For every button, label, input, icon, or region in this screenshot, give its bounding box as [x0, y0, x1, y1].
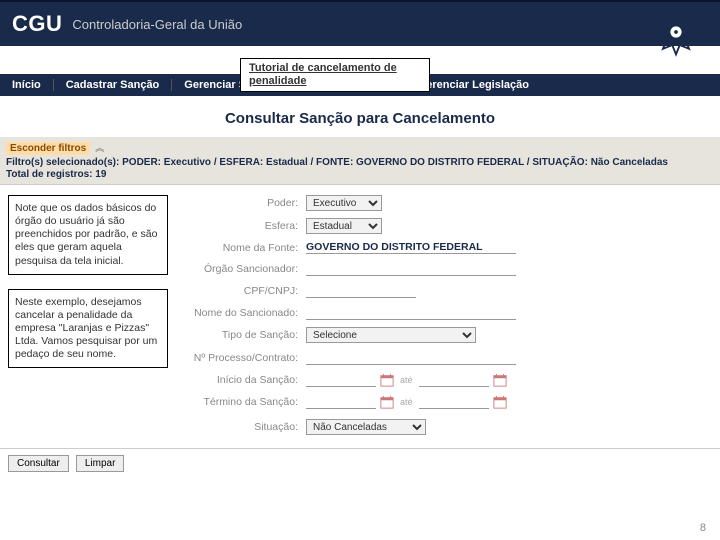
header-bar: CGU Controladoria-Geral da União	[0, 0, 720, 46]
label-orgao: Órgão Sancionador:	[178, 263, 306, 275]
label-processo: Nº Processo/Contrato:	[178, 352, 306, 364]
label-inicio: Início da Sanção:	[178, 374, 306, 386]
action-bar: Consultar Limpar	[0, 449, 720, 476]
callout-2: Neste exemplo, desejamos cancelar a pena…	[8, 289, 168, 369]
input-nome-sancionado[interactable]	[306, 305, 516, 320]
filters-total-text: Total de registros: 19	[6, 169, 714, 180]
national-crest-icon	[648, 4, 704, 60]
calendar-icon[interactable]	[493, 373, 507, 387]
chevron-up-icon: ︽	[95, 143, 104, 153]
nav-cadastrar[interactable]: Cadastrar Sanção	[54, 79, 173, 91]
input-inicio-de[interactable]	[306, 372, 376, 387]
calendar-icon[interactable]	[380, 373, 394, 387]
label-ate-1: até	[394, 375, 419, 385]
filters-selected-text: Filtro(s) selecionado(s): PODER: Executi…	[6, 157, 714, 168]
select-situacao[interactable]: Não Canceladas	[306, 419, 426, 435]
select-esfera[interactable]: Estadual	[306, 218, 382, 234]
label-esfera: Esfera:	[178, 220, 306, 232]
label-tipo: Tipo de Sanção:	[178, 329, 306, 341]
input-inicio-ate[interactable]	[419, 372, 489, 387]
page-title: Consultar Sanção para Cancelamento	[0, 96, 720, 137]
input-cpf[interactable]	[306, 283, 416, 298]
content-area: Note que os dados básicos do órgão do us…	[0, 185, 720, 446]
page-number: 8	[700, 522, 706, 534]
logo-sub: Controladoria-Geral da União	[72, 17, 242, 32]
label-ate-2: até	[394, 397, 419, 407]
tutorial-callout-text: Tutorial de cancelamento de penalidade	[249, 62, 397, 87]
value-nome-fonte: GOVERNO DO DISTRITO FEDERAL	[306, 241, 516, 254]
callouts-column: Note que os dados básicos do órgão do us…	[8, 195, 168, 442]
label-termino: Término da Sanção:	[178, 396, 306, 408]
nav-inicio[interactable]: Início	[0, 79, 54, 91]
label-nome-fonte: Nome da Fonte:	[178, 242, 306, 254]
hide-filters-toggle[interactable]: Esconder filtros	[6, 142, 90, 155]
limpar-button[interactable]: Limpar	[76, 455, 125, 472]
label-situacao: Situação:	[178, 421, 306, 433]
select-poder[interactable]: Executivo	[306, 195, 382, 211]
tutorial-callout: Tutorial de cancelamento de penalidade	[240, 58, 430, 92]
label-nome-sancionado: Nome do Sancionado:	[178, 307, 306, 319]
input-termino-ate[interactable]	[419, 394, 489, 409]
calendar-icon[interactable]	[493, 395, 507, 409]
search-form: Poder: Executivo Esfera: Estadual Nome d…	[178, 195, 712, 442]
input-orgao[interactable]	[306, 261, 516, 276]
label-poder: Poder:	[178, 197, 306, 209]
label-cpf: CPF/CNPJ:	[178, 285, 306, 297]
calendar-icon[interactable]	[380, 395, 394, 409]
filter-summary-bar: Esconder filtros ︽ Filtro(s) selecionado…	[0, 137, 720, 185]
callout-1: Note que os dados básicos do órgão do us…	[8, 195, 168, 275]
consultar-button[interactable]: Consultar	[8, 455, 69, 472]
input-processo[interactable]	[306, 350, 516, 365]
select-tipo[interactable]: Selecione	[306, 327, 476, 343]
logo-main: CGU	[12, 11, 62, 37]
input-termino-de[interactable]	[306, 394, 376, 409]
